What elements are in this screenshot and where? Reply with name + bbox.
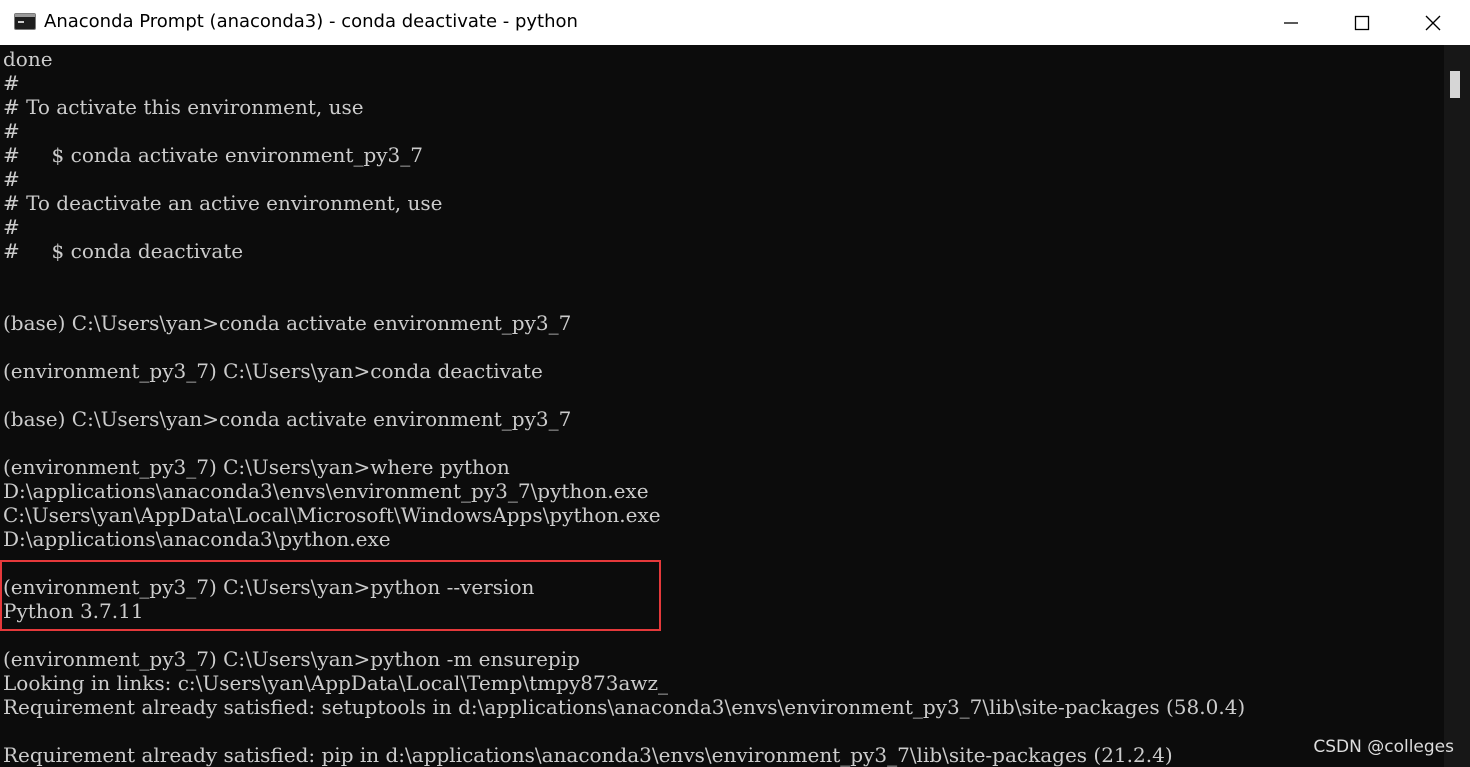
terminal-line: # To activate this environment, use	[3, 95, 364, 119]
title-bar[interactable]: Anaconda Prompt (anaconda3) - conda deac…	[0, 0, 1470, 45]
terminal-window: Anaconda Prompt (anaconda3) - conda deac…	[0, 0, 1470, 767]
terminal-line: (environment_py3_7) C:\Users\yan>python …	[3, 647, 580, 671]
terminal-line: #	[3, 119, 20, 143]
terminal-line: Requirement already satisfied: setuptool…	[3, 695, 1246, 719]
watermark-text: CSDN @colleges	[1313, 737, 1454, 757]
scrollbar-thumb[interactable]	[1450, 71, 1460, 98]
terminal-line: (base) C:\Users\yan>conda activate envir…	[3, 311, 572, 335]
terminal-line: #	[3, 167, 20, 191]
close-icon	[1425, 15, 1441, 31]
terminal-output[interactable]: done # # To activate this environment, u…	[0, 45, 1444, 767]
terminal-line: C:\Users\yan\AppData\Local\Microsoft\Win…	[3, 503, 661, 527]
terminal-line: #	[3, 71, 20, 95]
terminal-line: Looking in links: c:\Users\yan\AppData\L…	[3, 671, 669, 695]
highlight-annotation-box	[0, 560, 661, 631]
maximize-icon	[1354, 15, 1370, 31]
minimize-button[interactable]	[1256, 0, 1326, 45]
close-button[interactable]	[1398, 0, 1468, 45]
vertical-scrollbar[interactable]	[1444, 45, 1470, 767]
terminal-line: (environment_py3_7) C:\Users\yan>where p…	[3, 455, 510, 479]
terminal-line: # $ conda deactivate	[3, 239, 244, 263]
terminal-line: done	[3, 47, 53, 71]
terminal-line: (environment_py3_7) C:\Users\yan>conda d…	[3, 359, 543, 383]
terminal-line: #	[3, 215, 20, 239]
minimize-icon	[1284, 22, 1298, 24]
maximize-button[interactable]	[1327, 0, 1397, 45]
terminal-line: D:\applications\anaconda3\envs\environme…	[3, 479, 649, 503]
terminal-icon	[14, 13, 36, 30]
window-title: Anaconda Prompt (anaconda3) - conda deac…	[44, 11, 578, 32]
terminal-line: Requirement already satisfied: pip in d:…	[3, 743, 1173, 767]
terminal-line: D:\applications\anaconda3\python.exe	[3, 527, 391, 551]
terminal-line: # $ conda activate environment_py3_7	[3, 143, 424, 167]
terminal-line: (base) C:\Users\yan>conda activate envir…	[3, 407, 572, 431]
terminal-line: # To deactivate an active environment, u…	[3, 191, 443, 215]
